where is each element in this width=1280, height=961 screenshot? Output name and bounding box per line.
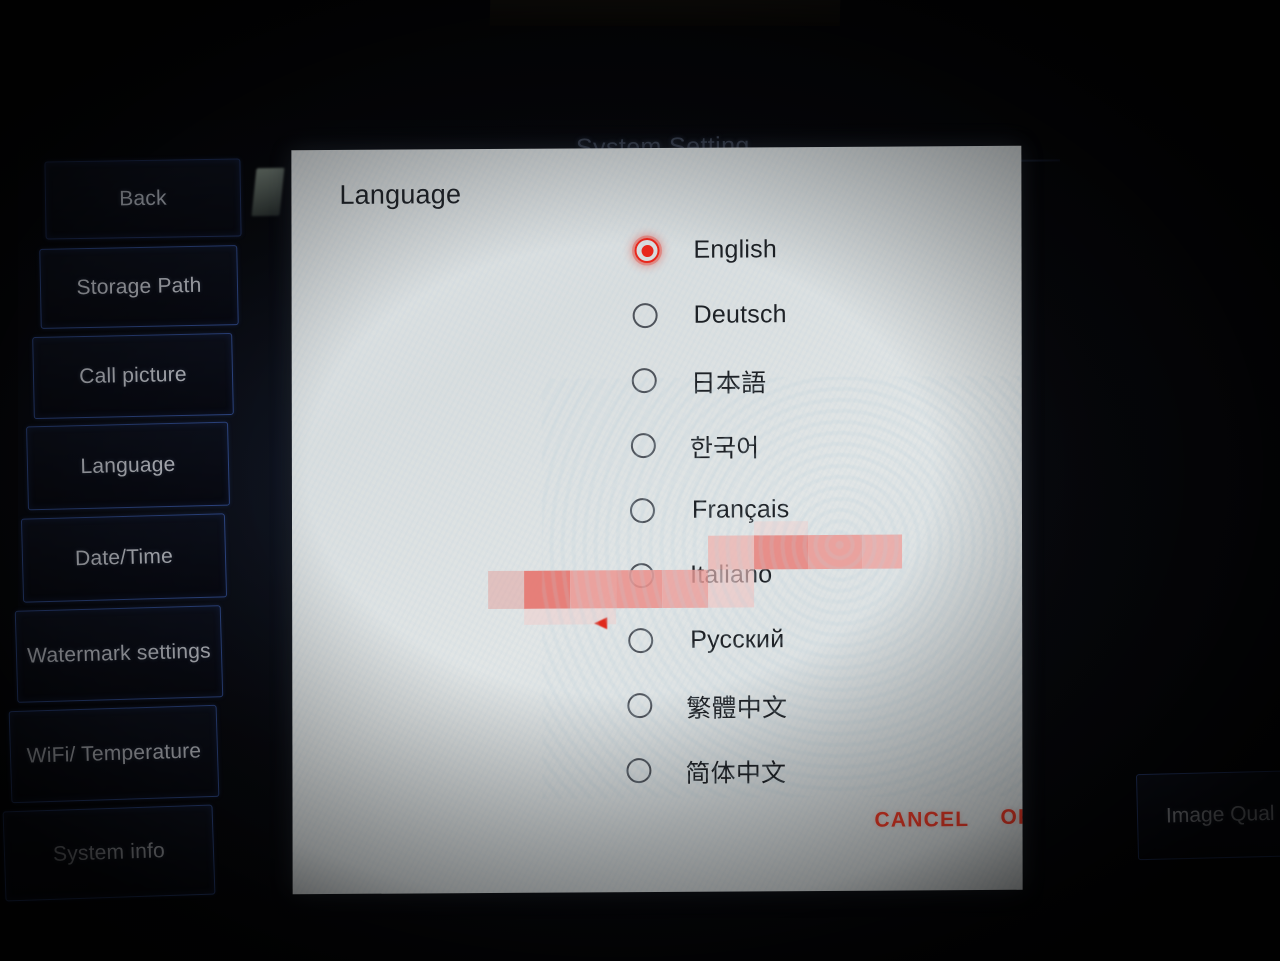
sidebar-item-storage-path[interactable]: Storage Path: [39, 245, 239, 329]
language-option-label: 繁體中文: [686, 694, 788, 723]
language-option-francais[interactable]: Français: [292, 484, 1022, 553]
ok-button[interactable]: OK: [1000, 806, 1022, 830]
radio-button[interactable]: [630, 433, 656, 459]
radio-button[interactable]: [629, 563, 655, 589]
language-option-label: 한국어: [689, 434, 760, 463]
sidebar-item-label: Back: [119, 186, 167, 210]
language-option-label: 简体中文: [685, 759, 787, 788]
sidebar-item-call-picture[interactable]: Call picture: [32, 332, 234, 420]
language-option-japanese[interactable]: 日本語: [292, 354, 1022, 423]
language-option-english[interactable]: English: [291, 224, 1021, 293]
language-option-korean[interactable]: 한국어: [292, 419, 1022, 488]
language-option-list: English Deutsch 日本語 한국어 Français Italian: [291, 224, 1022, 813]
radio-button[interactable]: [626, 758, 652, 784]
device-bezel: [489, 0, 841, 26]
sidebar-item-label: Storage Path: [76, 273, 202, 299]
radio-button[interactable]: [632, 302, 658, 329]
sidebar-item-language[interactable]: Language: [26, 421, 230, 511]
sidebar-item-watermark-settings[interactable]: Watermark settings: [14, 605, 224, 703]
sidebar-item-label: Date/Time: [74, 544, 174, 570]
sidebar-item-label: Watermark settings: [26, 639, 212, 668]
language-dialog: Language English Deutsch 日本語 한국어 Françai…: [291, 145, 1023, 895]
sidebar-item-label: Language: [80, 452, 176, 478]
radio-button[interactable]: [629, 498, 656, 524]
language-option-label: Deutsch: [693, 300, 787, 329]
screen-reflection-artifact: [251, 167, 285, 217]
language-option-deutsch[interactable]: Deutsch: [292, 289, 1022, 358]
language-option-traditional-chinese[interactable]: 繁體中文: [292, 679, 1022, 748]
language-option-italiano[interactable]: Italiano: [292, 549, 1022, 618]
language-option-russian[interactable]: Русский: [292, 614, 1022, 683]
device-screen-photo: System Setting Back Storage Path Call pi…: [0, 0, 1280, 961]
sidebar: Back Storage Path Call picture Language …: [0, 150, 260, 910]
annotation-arrow-icon: [594, 617, 608, 630]
sidebar-item-wifi-temperature[interactable]: WiFi/ Temperature: [8, 704, 220, 804]
sidebar-item-back[interactable]: Back: [44, 158, 242, 240]
cancel-button[interactable]: CANCEL: [875, 808, 970, 833]
language-option-label: English: [693, 235, 777, 264]
radio-button[interactable]: [631, 367, 657, 394]
language-option-simplified-chinese[interactable]: 简体中文: [292, 744, 1022, 813]
radio-button[interactable]: [627, 693, 653, 719]
language-option-label: Italiano: [690, 560, 773, 589]
radio-button-selected[interactable]: [634, 237, 660, 264]
language-option-label: 日本語: [690, 369, 767, 398]
sidebar-item-image-quality[interactable]: Image Qual: [1135, 769, 1280, 861]
sidebar-item-label: WiFi/ Temperature: [26, 738, 202, 768]
sidebar-item-label: Call picture: [79, 362, 187, 388]
sidebar-item-label: Image Qual: [1165, 801, 1275, 828]
radio-button[interactable]: [628, 628, 654, 654]
language-option-label: Русский: [690, 625, 785, 654]
sidebar-item-system-info[interactable]: System info: [2, 804, 216, 902]
dialog-title: Language: [339, 179, 462, 210]
sidebar-item-label: System info: [52, 838, 166, 866]
dialog-actions: CANCEL OK: [293, 806, 1023, 846]
sidebar-item-date-time[interactable]: Date/Time: [20, 513, 228, 603]
language-option-label: Français: [691, 495, 790, 524]
